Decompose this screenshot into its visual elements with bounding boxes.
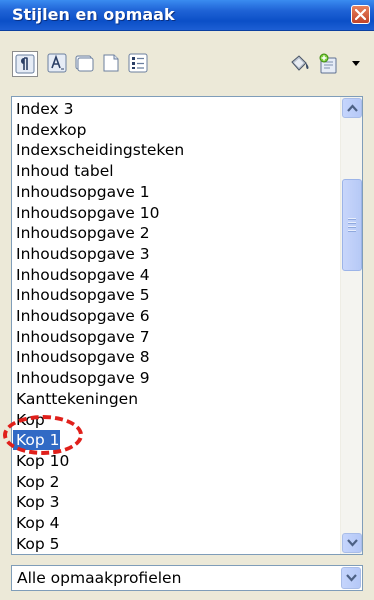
title-bar: Stijlen en opmaak [0, 0, 374, 31]
chevron-down-icon [346, 574, 357, 582]
list-item[interactable]: Inhoudsopgave 8 [13, 347, 150, 367]
style-filter-value: Alle opmaakprofielen [17, 569, 182, 587]
list-styles-icon [128, 53, 148, 73]
list-item[interactable]: Kop 10 [13, 451, 69, 471]
scroll-thumb[interactable] [342, 179, 362, 271]
list-item[interactable]: Inhoudsopgave 5 [13, 285, 150, 305]
list-item[interactable]: Kop 4 [13, 513, 60, 533]
list-item-selected[interactable]: Kop 1 [13, 430, 60, 451]
new-style-from-selection-icon [319, 53, 337, 74]
window-title: Stijlen en opmaak [12, 5, 175, 24]
character-styles-icon [47, 53, 67, 73]
scroll-down-button[interactable] [342, 533, 362, 553]
list-item[interactable]: Indexscheidingsteken [13, 140, 184, 160]
list-item[interactable]: Kop 5 [13, 534, 60, 554]
list-item[interactable]: Inhoud tabel [13, 161, 114, 181]
list-item[interactable]: Indexkop [13, 120, 86, 140]
page-styles-icon [103, 54, 119, 72]
close-icon [355, 9, 366, 20]
style-filter-select[interactable]: Alle opmaakprofielen [11, 565, 363, 591]
list-item[interactable]: Index 3 [13, 99, 73, 119]
styles-list[interactable]: Index 3 Indexkop Indexscheidingsteken Inhou… [11, 96, 363, 555]
list-item[interactable]: Inhoudsopgave 6 [13, 306, 150, 326]
fill-format-mode-icon [291, 55, 309, 71]
list-item[interactable]: Kanttekeningen [13, 389, 138, 409]
fill-format-mode-button[interactable] [287, 51, 313, 77]
chevron-up-icon [347, 104, 358, 112]
list-item[interactable]: Inhoudsopgave 3 [13, 244, 150, 264]
vertical-scrollbar[interactable] [340, 97, 362, 554]
frame-styles-icon [75, 55, 94, 72]
list-item[interactable]: Kop 3 [13, 492, 60, 512]
list-item[interactable]: Inhoudsopgave 9 [13, 368, 150, 388]
character-styles-button[interactable] [45, 51, 71, 77]
chevron-down-icon[interactable] [352, 61, 360, 67]
scroll-up-button[interactable] [342, 98, 362, 118]
paragraph-styles-icon [15, 54, 35, 74]
style-filter-dropdown-button[interactable] [341, 567, 361, 589]
list-item[interactable]: Inhoudsopgave 7 [13, 327, 150, 347]
style-family-toolbar [0, 31, 374, 91]
list-item[interactable]: Inhoudsopgave 1 [13, 182, 150, 202]
close-button[interactable] [351, 5, 370, 24]
page-styles-button[interactable] [99, 51, 125, 77]
list-item[interactable]: Inhoudsopgave 4 [13, 265, 150, 285]
list-item[interactable]: Inhoudsopgave 10 [13, 203, 159, 223]
list-item[interactable]: Inhoudsopgave 2 [13, 223, 150, 243]
list-item[interactable]: Kop [13, 410, 45, 430]
list-item[interactable]: Kop 2 [13, 472, 60, 492]
frame-styles-button[interactable] [72, 51, 98, 77]
paragraph-styles-button[interactable] [12, 51, 38, 77]
chevron-down-icon [347, 539, 358, 547]
list-styles-button[interactable] [126, 51, 152, 77]
new-style-from-selection-button[interactable] [316, 51, 342, 77]
